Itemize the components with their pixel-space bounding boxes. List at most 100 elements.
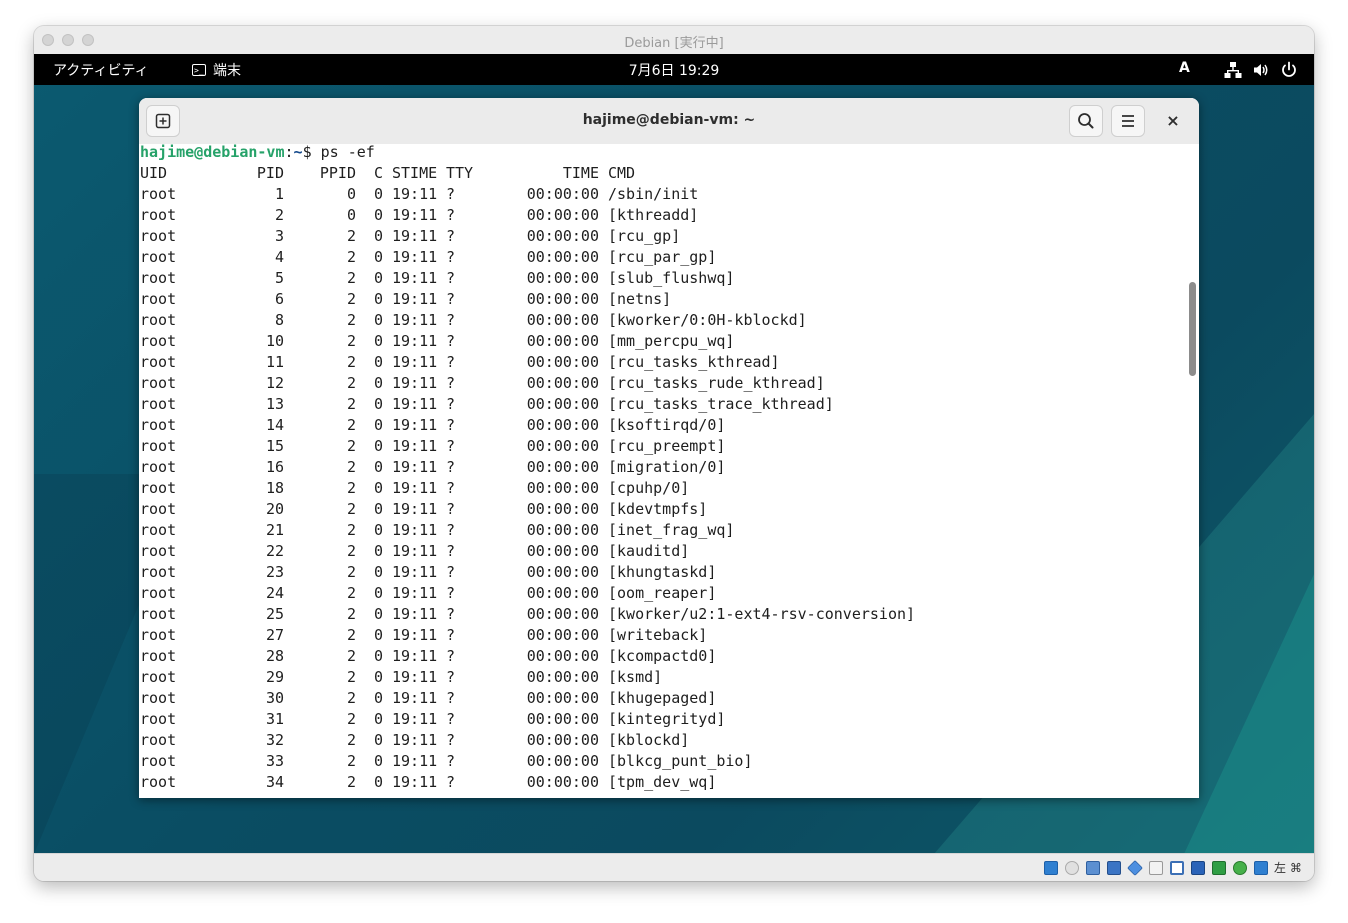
network-adapter-icon[interactable] <box>1107 861 1121 875</box>
column-header: CMD <box>608 164 636 182</box>
hard-disk-icon[interactable] <box>1044 861 1058 875</box>
table-cell: 0 <box>373 542 383 560</box>
vm-status-bar: 左 ⌘ <box>34 853 1314 881</box>
terminal-close-button[interactable]: × <box>1161 109 1185 133</box>
table-cell: 0 <box>373 269 383 287</box>
shared-folder-icon[interactable] <box>1149 861 1163 875</box>
table-cell: [netns] <box>608 290 672 308</box>
column-header: C <box>373 164 383 182</box>
table-cell: /sbin/init <box>608 185 699 203</box>
table-row: root 1 0 0 19:11? 00:00:00/sbin/init <box>140 184 1180 205</box>
table-cell: 0 <box>373 689 383 707</box>
guest-additions-icon[interactable] <box>1233 861 1247 875</box>
scrollbar-thumb[interactable] <box>1189 282 1196 376</box>
terminal-output[interactable]: hajime@debian-vm:~$ ps -ef UID PID PPID C ST… <box>139 144 1185 798</box>
table-row: root 13 2 0 19:11? 00:00:00 [rcu_tasks_trace_k… <box>140 394 1180 415</box>
table-cell: 0 <box>373 773 383 791</box>
menu-button[interactable] <box>1111 105 1145 137</box>
table-cell: 00:00:00 <box>526 458 599 476</box>
table-cell: 0 <box>373 332 383 350</box>
search-icon <box>1078 113 1094 129</box>
table-cell: [tpm_dev_wq] <box>608 773 717 791</box>
table-cell: [kthreadd] <box>608 206 699 224</box>
hamburger-menu-icon <box>1122 115 1134 127</box>
table-row: root 6 2 0 19:11? 00:00:00 [netns] <box>140 289 1180 310</box>
table-cell: 0 <box>373 479 383 497</box>
host-key-label: 左 ⌘ <box>1274 861 1302 875</box>
table-cell: [migration/0] <box>608 458 726 476</box>
optical-drive-icon[interactable] <box>1065 861 1079 875</box>
guest-desktop: アクティビティ >_ 端末 7月6日 19:29 A hajime@debian… <box>34 54 1314 853</box>
table-cell: 00:00:00 <box>526 227 599 245</box>
table-cell: 0 <box>373 290 383 308</box>
download-icon[interactable] <box>1254 861 1268 875</box>
usb-icon[interactable] <box>1127 860 1143 876</box>
table-cell: 00:00:00 <box>526 584 599 602</box>
prompt-separator: : <box>284 144 294 161</box>
table-cell: [kworker/0:0H-kblockd] <box>608 311 807 329</box>
table-row: root 29 2 0 19:11? 00:00:00 [ksmd] <box>140 667 1180 688</box>
table-row: root 22 2 0 19:11? 00:00:00 [kauditd] <box>140 541 1180 562</box>
cpu-icon[interactable] <box>1212 861 1226 875</box>
terminal-title: hajime@debian-vm: ~ <box>582 112 756 128</box>
table-cell: 00:00:00 <box>526 395 599 413</box>
table-cell: 0 <box>373 668 383 686</box>
table-cell: 0 <box>373 647 383 665</box>
table-row: root 23 2 0 19:11? 00:00:00 [khungtaskd] <box>140 562 1180 583</box>
terminal-scrollbar[interactable] <box>1185 144 1199 798</box>
table-cell: [oom_reaper] <box>608 584 717 602</box>
video-capture-icon[interactable] <box>1191 861 1205 875</box>
table-row: root 28 2 0 19:11? 00:00:00 [kcompactd0] <box>140 646 1180 667</box>
table-row: root 20 2 0 19:11? 00:00:00 [kdevtmpfs] <box>140 499 1180 520</box>
table-row: root 24 2 0 19:11? 00:00:00 [oom_reaper] <box>140 583 1180 604</box>
table-cell: 0 <box>373 437 383 455</box>
table-cell: [rcu_tasks_rude_kthread] <box>608 374 825 392</box>
prompt-path: ~ <box>293 144 303 161</box>
table-row: root 2 0 0 19:11? 00:00:00 [kthreadd] <box>140 205 1180 226</box>
table-cell: 0 <box>373 395 383 413</box>
table-cell: [kauditd] <box>608 542 690 560</box>
table-cell: 0 <box>373 584 383 602</box>
table-cell: 0 <box>373 521 383 539</box>
table-cell: [kblockd] <box>608 731 690 749</box>
wallpaper-shape <box>1184 574 1314 853</box>
table-cell: 00:00:00 <box>526 773 599 791</box>
table-row: root 33 2 0 19:11? 00:00:00 [blkcg_punt_bio] <box>140 751 1180 772</box>
volume-icon[interactable] <box>1252 61 1270 79</box>
table-cell: [cpuhp/0] <box>608 479 690 497</box>
table-cell: 00:00:00 <box>526 437 599 455</box>
prompt-user: hajime@debian-vm <box>140 144 285 161</box>
clock[interactable]: 7月6日 19:29 <box>34 60 1314 80</box>
table-cell: 0 <box>373 500 383 518</box>
table-row: root 18 2 0 19:11? 00:00:00 [cpuhp/0] <box>140 478 1180 499</box>
table-cell: 0 <box>373 710 383 728</box>
table-cell: 00:00:00 <box>526 668 599 686</box>
table-cell: [kcompactd0] <box>608 647 717 665</box>
table-cell: 0 <box>373 353 383 371</box>
display-icon[interactable] <box>1170 861 1184 875</box>
table-cell: [ksoftirqd/0] <box>608 416 726 434</box>
table-row: root 34 2 0 19:11? 00:00:00 [tpm_dev_wq] <box>140 772 1180 793</box>
command-text: ps -ef <box>320 144 375 161</box>
table-cell: 0 <box>373 563 383 581</box>
table-cell: [kworker/u2:1-ext4-rsv-conversion] <box>608 605 916 623</box>
network-icon[interactable] <box>1224 61 1242 79</box>
audio-icon[interactable] <box>1086 861 1100 875</box>
terminal-headerbar[interactable]: hajime@debian-vm: ~ × <box>139 98 1199 145</box>
table-cell: 00:00:00 <box>526 689 599 707</box>
table-row: root 27 2 0 19:11? 00:00:00 [writeback] <box>140 625 1180 646</box>
table-cell: [rcu_par_gp] <box>608 248 717 266</box>
table-cell: 0 <box>373 626 383 644</box>
table-cell: 00:00:00 <box>526 605 599 623</box>
table-row: root 16 2 0 19:11? 00:00:00 [migration/0] <box>140 457 1180 478</box>
power-icon[interactable] <box>1280 61 1298 79</box>
table-cell: [ksmd] <box>608 668 663 686</box>
search-button[interactable] <box>1069 105 1103 137</box>
vm-window-title: Debian [実行中] <box>624 36 724 51</box>
table-cell: 00:00:00 <box>526 416 599 434</box>
table-cell: 0 <box>373 752 383 770</box>
vm-titlebar[interactable]: Debian [実行中] <box>34 26 1314 55</box>
table-row: root 15 2 0 19:11? 00:00:00 [rcu_preempt] <box>140 436 1180 457</box>
table-cell: 0 <box>373 185 383 203</box>
input-method-indicator[interactable]: A <box>1179 60 1190 76</box>
